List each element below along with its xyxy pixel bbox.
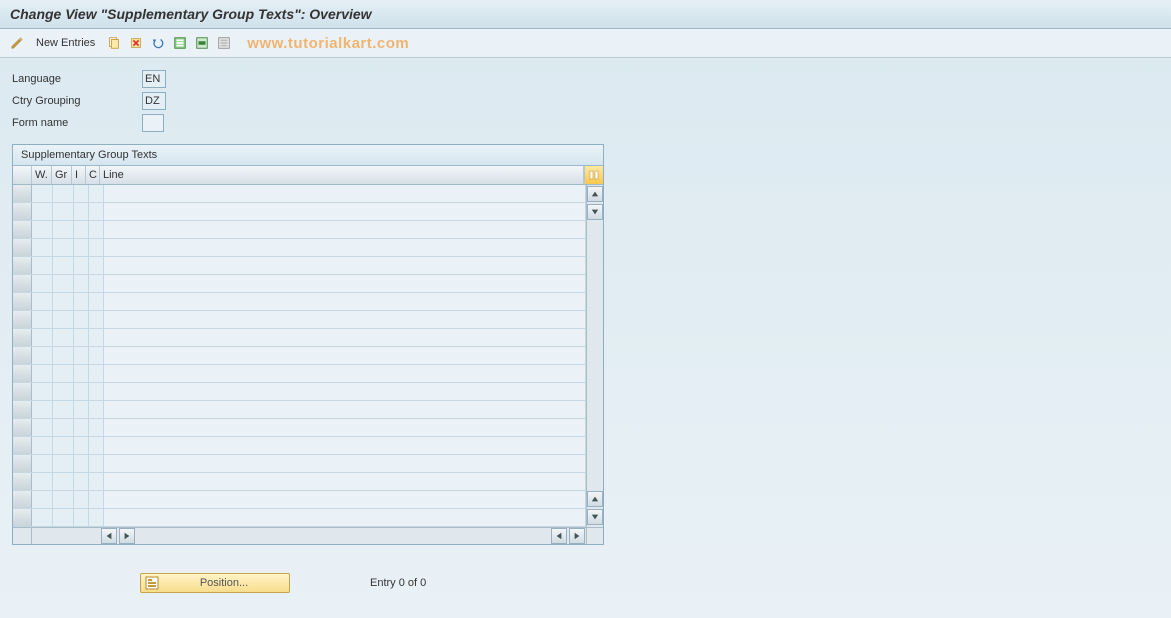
row-selector[interactable] bbox=[13, 509, 32, 526]
row-selector[interactable] bbox=[13, 203, 32, 220]
table-row[interactable] bbox=[13, 293, 586, 311]
scroll-down-icon[interactable] bbox=[587, 204, 603, 220]
grid-horizontal-scrollbar[interactable] bbox=[13, 527, 603, 544]
grid-header-selector[interactable] bbox=[13, 166, 32, 184]
deselect-all-icon[interactable] bbox=[215, 34, 233, 52]
col-header-i[interactable]: I bbox=[72, 166, 86, 184]
row-selector[interactable] bbox=[13, 257, 32, 274]
toggle-change-icon[interactable] bbox=[8, 34, 26, 52]
table-row[interactable] bbox=[13, 275, 586, 293]
entry-count-text: Entry 0 of 0 bbox=[370, 577, 426, 589]
position-label: Position... bbox=[163, 577, 285, 589]
table-row[interactable] bbox=[13, 365, 586, 383]
grid-title: Supplementary Group Texts bbox=[13, 145, 603, 166]
new-entries-button[interactable]: New Entries bbox=[30, 37, 101, 49]
form-name-label: Form name bbox=[12, 117, 142, 129]
table-row[interactable] bbox=[13, 455, 586, 473]
col-header-c[interactable]: C bbox=[86, 166, 100, 184]
table-row[interactable] bbox=[13, 347, 586, 365]
scroll-down-icon[interactable] bbox=[587, 509, 603, 525]
table-row[interactable] bbox=[13, 437, 586, 455]
table-row[interactable] bbox=[13, 491, 586, 509]
col-header-gr[interactable]: Gr bbox=[52, 166, 72, 184]
language-label: Language bbox=[12, 73, 142, 85]
scroll-up-icon[interactable] bbox=[587, 186, 603, 202]
scroll-right-icon[interactable] bbox=[569, 528, 585, 544]
row-selector[interactable] bbox=[13, 329, 32, 346]
grid-header-row: W. Gr I C Line bbox=[13, 166, 603, 185]
row-selector[interactable] bbox=[13, 491, 32, 508]
select-all-icon[interactable] bbox=[171, 34, 189, 52]
grid-body bbox=[13, 185, 603, 527]
row-selector[interactable] bbox=[13, 239, 32, 256]
row-selector[interactable] bbox=[13, 185, 32, 202]
table-row[interactable] bbox=[13, 329, 586, 347]
row-selector[interactable] bbox=[13, 419, 32, 436]
select-block-icon[interactable] bbox=[193, 34, 211, 52]
undo-icon[interactable] bbox=[149, 34, 167, 52]
grid-container: Supplementary Group Texts W. Gr I C Line bbox=[12, 144, 604, 545]
scroll-left-icon[interactable] bbox=[551, 528, 567, 544]
position-button[interactable]: Position... bbox=[140, 573, 290, 593]
row-selector[interactable] bbox=[13, 275, 32, 292]
row-selector[interactable] bbox=[13, 311, 32, 328]
position-icon bbox=[145, 576, 159, 590]
table-row[interactable] bbox=[13, 401, 586, 419]
scroll-up-icon[interactable] bbox=[587, 491, 603, 507]
row-selector[interactable] bbox=[13, 473, 32, 490]
table-row[interactable] bbox=[13, 419, 586, 437]
scroll-right-icon[interactable] bbox=[119, 528, 135, 544]
table-row[interactable] bbox=[13, 257, 586, 275]
table-row[interactable] bbox=[13, 221, 586, 239]
table-row[interactable] bbox=[13, 203, 586, 221]
table-row[interactable] bbox=[13, 185, 586, 203]
row-selector[interactable] bbox=[13, 455, 32, 472]
row-selector[interactable] bbox=[13, 293, 32, 310]
row-selector[interactable] bbox=[13, 401, 32, 418]
copy-as-icon[interactable] bbox=[105, 34, 123, 52]
row-selector[interactable] bbox=[13, 383, 32, 400]
form-area: Language EN Ctry Grouping DZ Form name bbox=[0, 58, 1171, 136]
ctry-grouping-label: Ctry Grouping bbox=[12, 95, 142, 107]
ctry-grouping-field[interactable]: DZ bbox=[142, 92, 166, 110]
watermark-text: www.tutorialkart.com bbox=[247, 35, 409, 52]
table-row[interactable] bbox=[13, 239, 586, 257]
row-selector[interactable] bbox=[13, 347, 32, 364]
grid-vertical-scrollbar[interactable] bbox=[586, 185, 603, 527]
col-header-w[interactable]: W. bbox=[32, 166, 52, 184]
col-header-line[interactable]: Line bbox=[100, 166, 584, 184]
row-selector[interactable] bbox=[13, 437, 32, 454]
row-selector[interactable] bbox=[13, 221, 32, 238]
footer-row: Position... Entry 0 of 0 bbox=[0, 573, 1171, 593]
grid-rows bbox=[13, 185, 586, 527]
delete-icon[interactable] bbox=[127, 34, 145, 52]
scroll-left-icon[interactable] bbox=[101, 528, 117, 544]
page-title-bar: Change View "Supplementary Group Texts":… bbox=[0, 0, 1171, 29]
table-row[interactable] bbox=[13, 509, 586, 527]
toolbar: New Entries www.tutorialkart.com bbox=[0, 29, 1171, 58]
form-name-field[interactable] bbox=[142, 114, 164, 132]
table-row[interactable] bbox=[13, 473, 586, 491]
grid-config-icon[interactable] bbox=[584, 166, 603, 184]
page-title: Change View "Supplementary Group Texts":… bbox=[10, 6, 372, 22]
table-row[interactable] bbox=[13, 383, 586, 401]
language-field[interactable]: EN bbox=[142, 70, 166, 88]
row-selector[interactable] bbox=[13, 365, 32, 382]
table-row[interactable] bbox=[13, 311, 586, 329]
